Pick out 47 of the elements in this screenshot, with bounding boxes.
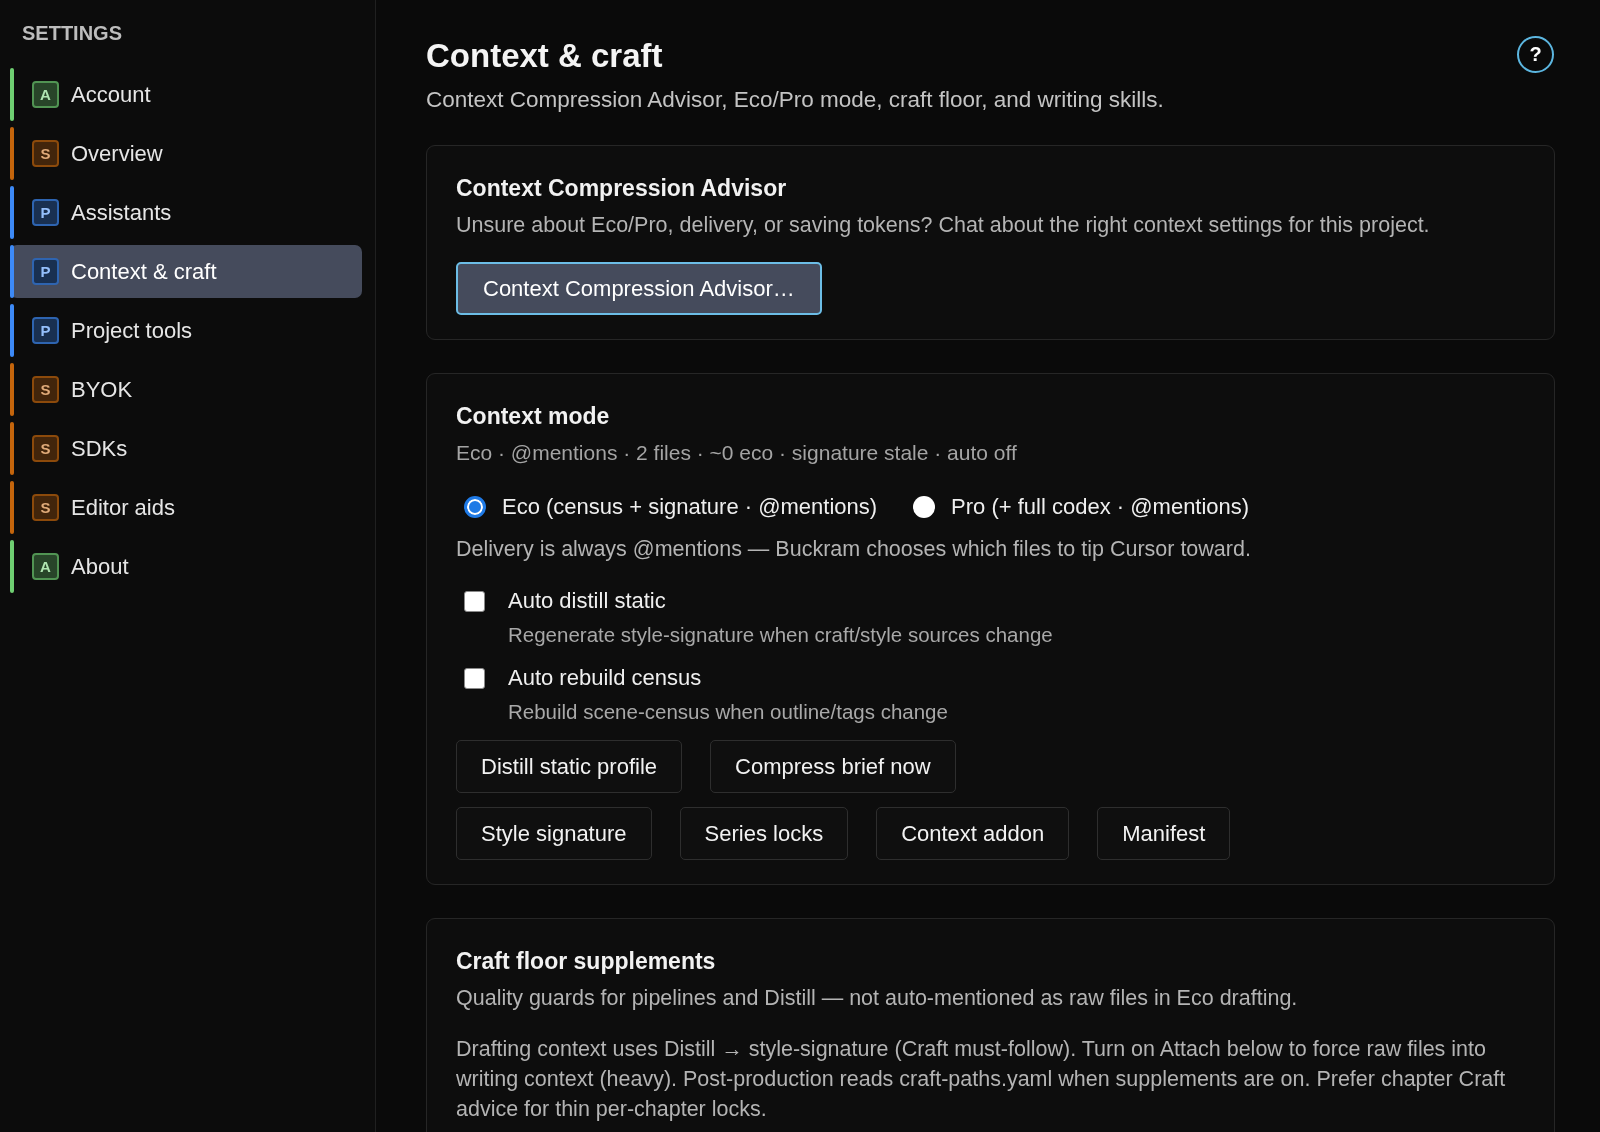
action-button[interactable]: Manifest (1097, 807, 1231, 860)
sidebar-item[interactable]: S Editor aids (10, 481, 362, 534)
card-title: Context mode (456, 402, 611, 430)
page-title: Context & craft (426, 36, 664, 76)
checkbox-label: Auto distill static (508, 588, 666, 614)
radio-label: Pro (+ full codex · @mentions) (951, 494, 1250, 520)
sidebar-item[interactable]: P Project tools (10, 304, 362, 357)
page-subtitle: Context Compression Advisor, Eco/Pro mode, craft floor, and writing skills. (426, 86, 1164, 114)
action-button[interactable]: Style signature (456, 807, 652, 860)
help-button[interactable]: ? (1517, 36, 1554, 73)
sidebar-item[interactable]: P Assistants (10, 186, 362, 239)
card-title: Context Compression Advisor (456, 174, 788, 202)
checkbox-description: Regenerate style-signature when craft/style sources change (508, 622, 1054, 648)
sidebar-item[interactable]: P Context & craft (10, 245, 362, 298)
letter-badge: P (32, 258, 59, 285)
letter-badge: P (32, 317, 59, 344)
checkbox[interactable] (464, 667, 485, 689)
action-button[interactable]: Series locks (679, 807, 849, 860)
radio-label: Eco (census + signature · @mentions) (502, 494, 878, 520)
letter-badge: A (32, 553, 59, 580)
checkbox-description: Rebuild scene-census when outline/tags change (508, 699, 949, 725)
letter-badge: A (32, 81, 59, 108)
sidebar-item[interactable]: A About (10, 540, 362, 593)
letter-badge: S (32, 376, 59, 403)
card-title: Craft floor supplements (456, 947, 717, 975)
radio-button[interactable] (913, 496, 936, 518)
advisor-button[interactable]: Context Compression Advisor… (456, 262, 822, 315)
letter-badge: S (32, 435, 59, 462)
sidebar-item[interactable]: S Overview (10, 127, 362, 180)
letter-badge: S (32, 140, 59, 167)
status-line: Eco · @mentions · 2 files · ~0 eco · signature stale · auto off (456, 440, 1018, 466)
letter-badge: P (32, 199, 59, 226)
action-button[interactable]: Compress brief now (710, 740, 956, 793)
checkbox[interactable] (464, 590, 485, 612)
sidebar-item[interactable]: A Account (10, 68, 362, 121)
sidebar-item[interactable]: S SDKs (10, 422, 362, 475)
card-description: Unsure about Eco/Pro, delivery, or saving tokens? Chat about the right context settings for this project. (456, 212, 1431, 239)
checkbox-label: Auto rebuild census (508, 665, 702, 691)
letter-badge: S (32, 494, 59, 521)
delivery-note: Delivery is always @mentions — Buckram chooses which files to tip Cursor toward. (456, 536, 1252, 563)
card-paragraph: Drafting context uses Distill → style-signature (Craft must-follow). Turn on Attach below to force raw files into writing context (heavy). Post-production reads craft-paths.yaml when supplements are on. Prefer chapter Craft advice for thin per-chapter locks. (456, 1036, 1507, 1123)
sidebar-item[interactable]: S BYOK (10, 363, 362, 416)
radio-button[interactable] (464, 496, 486, 518)
action-button[interactable]: Context addon (876, 807, 1070, 860)
card-description: Quality guards for pipelines and Distill — not auto-mentioned as raw files in Eco drafting. (456, 985, 1299, 1012)
sidebar-heading: SETTINGS (21, 21, 123, 46)
action-button[interactable]: Distill static profile (456, 740, 683, 793)
